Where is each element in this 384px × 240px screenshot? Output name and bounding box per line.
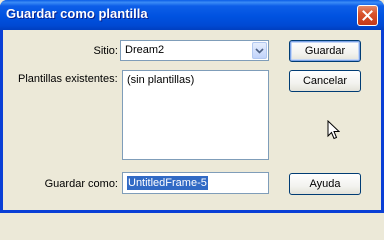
save-button[interactable]: Guardar xyxy=(289,40,361,62)
dropdown-button[interactable] xyxy=(252,42,267,59)
help-button[interactable]: Ayuda xyxy=(289,173,361,195)
existing-templates-list[interactable]: (sin plantillas) xyxy=(122,70,269,160)
mouse-pointer-icon xyxy=(327,119,341,143)
site-select[interactable]: Dream2 xyxy=(120,40,269,61)
list-item[interactable]: (sin plantillas) xyxy=(127,74,194,86)
close-button[interactable] xyxy=(357,5,378,26)
close-icon xyxy=(362,10,373,21)
cancel-button[interactable]: Cancelar xyxy=(289,70,361,92)
chevron-down-icon xyxy=(255,45,264,57)
site-select-value: Dream2 xyxy=(125,44,165,56)
save-as-input-value[interactable]: UntitledFrame-5 xyxy=(127,176,208,190)
site-label: Sitio: xyxy=(93,45,118,57)
title-bar[interactable]: Guardar como plantilla xyxy=(0,0,384,30)
window-title: Guardar como plantilla xyxy=(6,6,148,21)
save-as-label: Guardar como: xyxy=(44,178,118,190)
existing-templates-label: Plantillas existentes: xyxy=(18,73,118,85)
save-as-input[interactable]: UntitledFrame-5 xyxy=(122,172,269,194)
